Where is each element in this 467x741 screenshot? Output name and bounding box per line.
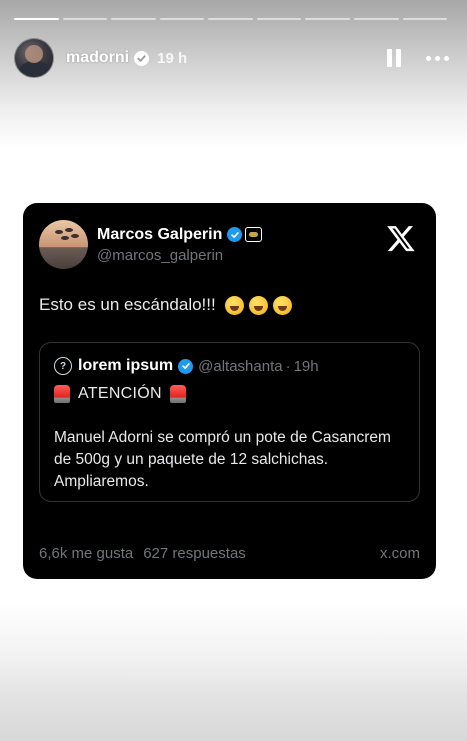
progress-segment	[256, 18, 302, 20]
author-avatar[interactable]	[39, 220, 88, 269]
quoted-time: 19h	[293, 357, 319, 375]
quoted-tweet-header: ? lorem ipsum @altashanta · 19h	[54, 357, 319, 375]
progress-segment	[111, 18, 156, 20]
story-progress-bar	[14, 18, 448, 20]
more-options-icon[interactable]	[426, 46, 449, 70]
separator-dot: ·	[285, 357, 291, 375]
verified-badge-icon	[134, 50, 150, 66]
progress-segment	[14, 18, 59, 20]
quoted-tweet[interactable]: ? lorem ipsum @altashanta · 19h ATENCIÓN…	[39, 342, 420, 502]
author-handle[interactable]: @marcos_galperin	[97, 247, 262, 264]
progress-segment	[208, 18, 253, 20]
likes-count: 6,6k me gusta	[39, 545, 134, 562]
progress-segment	[62, 18, 108, 20]
quoted-tweet-body: Manuel Adorni se compró un pote de Casan…	[54, 429, 391, 490]
laughing-emoji-icon	[224, 295, 244, 315]
story-header: madorni 19 h	[14, 38, 449, 78]
siren-icon	[54, 385, 70, 403]
pause-icon[interactable]	[382, 46, 406, 70]
tweet-card[interactable]: Marcos Galperin @marcos_galperin Esto es…	[23, 203, 436, 579]
tweet-body: Esto es un escándalo!!!	[39, 295, 216, 314]
profile-placeholder-icon: ?	[54, 357, 72, 375]
verified-badge-icon	[227, 227, 243, 242]
quoted-author-name[interactable]: lorem ipsum	[78, 357, 173, 375]
alert-line: ATENCIÓN	[54, 385, 186, 403]
author-name[interactable]: Marcos Galperin	[97, 226, 222, 244]
verified-badge-icon	[178, 358, 194, 374]
affiliate-badge-icon	[245, 227, 263, 242]
replies-count: 627 respuestas	[143, 545, 246, 562]
tweet-stats: 6,6k me gusta 627 respuestas x.com	[39, 545, 420, 562]
laughing-emoji-icon	[248, 295, 268, 315]
alert-label: ATENCIÓN	[78, 385, 162, 402]
progress-segment	[159, 18, 205, 20]
laughing-emoji-icon	[272, 295, 292, 315]
tweet-text: Esto es un escándalo!!!	[39, 295, 292, 315]
site-link[interactable]: x.com	[380, 545, 420, 562]
story-username[interactable]: madorni	[66, 49, 129, 67]
x-logo-icon	[387, 226, 415, 252]
siren-icon	[169, 385, 186, 403]
progress-segment	[353, 18, 399, 20]
progress-segment	[402, 18, 448, 20]
tweet-author: Marcos Galperin @marcos_galperin	[39, 220, 263, 269]
progress-segment	[305, 18, 350, 20]
story-time: 19 h	[157, 49, 188, 67]
quoted-author-handle[interactable]: @altashanta	[198, 358, 282, 375]
profile-avatar[interactable]	[14, 38, 54, 78]
